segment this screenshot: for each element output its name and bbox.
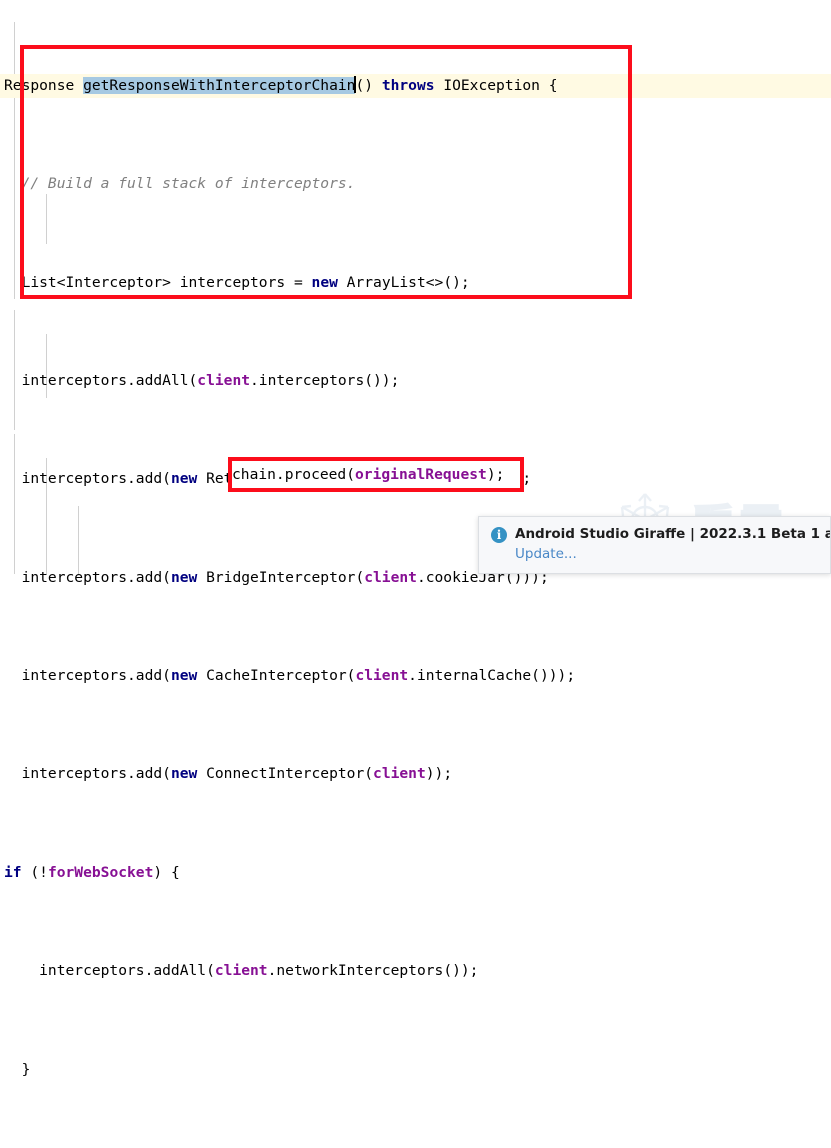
code-token: BridgeInterceptor( [197,568,365,586]
code-token: interceptors.add( [4,568,171,586]
code-editor-viewport[interactable]: Response getResponseWithInterceptorChain… [0,0,831,1078]
code-token: (! [21,863,48,881]
code-token: interceptors.add( [4,667,171,685]
code-token: )); [425,765,453,783]
chain-proceed-highlight-text: chain.proceed(originalRequest); [232,463,504,488]
code-keyword: if [4,863,22,881]
code-line[interactable]: interceptors.addAll(client.interceptors(… [0,369,831,394]
code-token: ); [486,466,505,483]
code-field: client [214,962,268,980]
code-line[interactable]: List<Interceptor> interceptors = new Arr… [0,271,831,296]
code-field: forWebSocket [47,863,154,881]
code-token: .internalCache())); [408,667,576,685]
code-keyword: throws [381,76,435,94]
code-token: interceptors.addAll( [4,962,215,980]
code-keyword: new [170,765,198,783]
code-token: ConnectInterceptor( [197,765,374,783]
code-line[interactable]: interceptors.addAll(client.networkInterc… [0,959,831,984]
code-token: chain.proceed( [232,466,356,483]
code-line[interactable]: if (!forWebSocket) { [0,861,831,886]
notification-header: i Android Studio Giraffe | 2022.3.1 Beta… [491,525,830,544]
code-token: .interceptors()); [250,371,400,389]
code-token: interceptors.add( [4,765,171,783]
code-keyword: new [311,273,338,291]
code-token: ) { [153,863,180,881]
code-token: } [4,1060,31,1078]
code-field: client [373,765,426,783]
code-field: client [364,568,417,586]
code-line[interactable]: Response getResponseWithInterceptorChain… [0,73,831,99]
code-token: () [355,76,382,94]
code-token: )); [504,470,532,488]
code-comment: // Build a full stack of interceptors. [4,175,356,193]
selected-method-name[interactable]: getResponseWithInterceptorChain [83,76,356,94]
code-token: interceptors.add( [4,470,171,488]
code-token: ArrayList<>(); [337,273,470,291]
code-token: IOException { [434,76,558,94]
code-field: originalRequest [355,466,487,483]
code-token: CacheInterceptor( [197,667,356,685]
code-token: .networkInterceptors()); [267,962,479,980]
info-icon: i [491,527,507,543]
code-field: client [197,371,251,389]
code-token: interceptors.addAll( [4,371,198,389]
code-line[interactable]: interceptors.add(new CacheInterceptor(cl… [0,664,831,689]
code-line[interactable]: // Build a full stack of interceptors. [0,172,831,197]
code-keyword: new [170,568,198,586]
source-code[interactable]: Response getResponseWithInterceptorChain… [0,0,831,1148]
code-line[interactable]: interceptors.add(new ConnectInterceptor(… [0,762,831,787]
notification-balloon[interactable]: i Android Studio Giraffe | 2022.3.1 Beta… [478,516,831,574]
notification-update-link[interactable]: Update... [515,545,820,564]
notification-title: Android Studio Giraffe | 2022.3.1 Beta 1… [515,526,830,542]
code-token: Response [4,76,84,94]
code-keyword: new [170,667,198,685]
code-keyword: new [170,470,198,488]
code-field: client [355,667,409,685]
code-line[interactable]: } [0,1058,831,1083]
code-token: List<Interceptor> interceptors = [4,273,312,291]
